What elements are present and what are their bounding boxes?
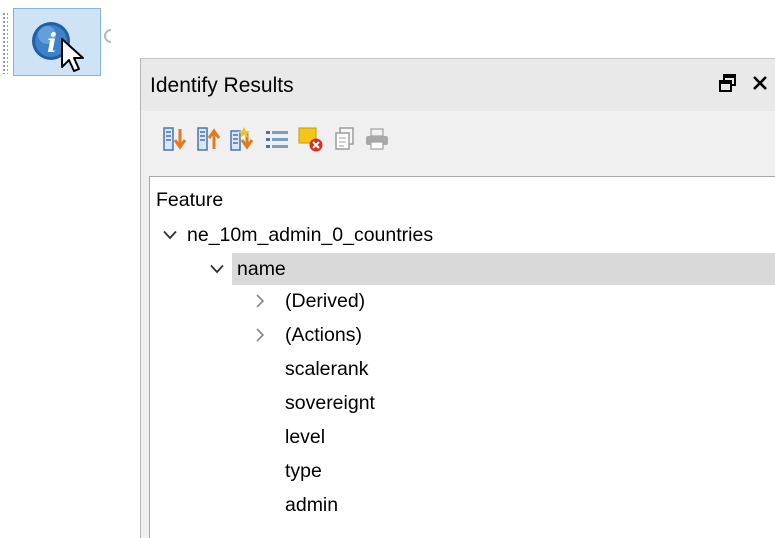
selection-highlight (232, 253, 775, 285)
tree-header-label: Feature (156, 188, 224, 211)
identify-features-button[interactable]: i (13, 8, 101, 76)
tree-header: Feature (150, 184, 775, 216)
chevron-down-icon[interactable] (207, 259, 227, 279)
attribute-label: level (285, 425, 326, 448)
expand-new-results-icon[interactable] (228, 125, 256, 153)
expand-tree-icon[interactable] (161, 125, 189, 153)
close-icon (753, 76, 767, 90)
tree-attribute-row[interactable]: type (150, 455, 775, 487)
tree-layer-row[interactable]: ne_10m_admin_0_countries (150, 219, 775, 251)
float-button[interactable] (716, 71, 740, 95)
attribute-label: type (285, 459, 322, 482)
feature-label: name (237, 257, 286, 280)
tree-attribute-row[interactable]: level (150, 421, 775, 453)
copy-feature-icon[interactable] (331, 125, 359, 153)
layer-label: ne_10m_admin_0_countries (187, 223, 434, 246)
chevron-right-icon[interactable] (250, 325, 270, 345)
close-button[interactable] (748, 71, 772, 95)
chevron-right-icon[interactable] (250, 291, 270, 311)
tree-attribute-row[interactable]: scalerank (150, 353, 775, 385)
attribute-label: scalerank (285, 357, 369, 380)
clear-highlights-icon[interactable] (296, 125, 324, 153)
attribute-label: sovereignt (285, 391, 375, 414)
tree-attribute-row[interactable]: admin (150, 489, 775, 521)
tree-group-row[interactable]: (Derived) (150, 285, 775, 317)
toolbar-grip[interactable] (2, 12, 8, 74)
panel-title: Identify Results (150, 74, 294, 97)
tree-feature-row[interactable]: name (150, 253, 775, 285)
clear-results-icon[interactable] (263, 125, 291, 153)
identify-toolbar (141, 111, 775, 171)
float-window-icon (719, 74, 736, 92)
identify-results-panel: Identify Results Feature ne_10m_admin_0_… (140, 58, 775, 538)
chevron-down-icon[interactable] (160, 225, 180, 245)
collapse-tree-icon[interactable] (195, 125, 223, 153)
print-icon[interactable] (363, 125, 391, 153)
group-label: (Derived) (285, 289, 366, 312)
panel-titlebar[interactable]: Identify Results (141, 58, 775, 112)
svg-text:i: i (47, 29, 57, 59)
next-tool-edge (104, 29, 112, 43)
tree-group-row[interactable]: (Actions) (150, 319, 775, 351)
tree-attribute-row[interactable]: sovereignt (150, 387, 775, 419)
mouse-pointer-icon (61, 38, 84, 72)
identify-features-icon: i (32, 22, 84, 72)
results-tree: Feature ne_10m_admin_0_countries name (D… (149, 176, 775, 538)
group-label: (Actions) (285, 323, 362, 346)
attribute-label: admin (285, 493, 339, 516)
